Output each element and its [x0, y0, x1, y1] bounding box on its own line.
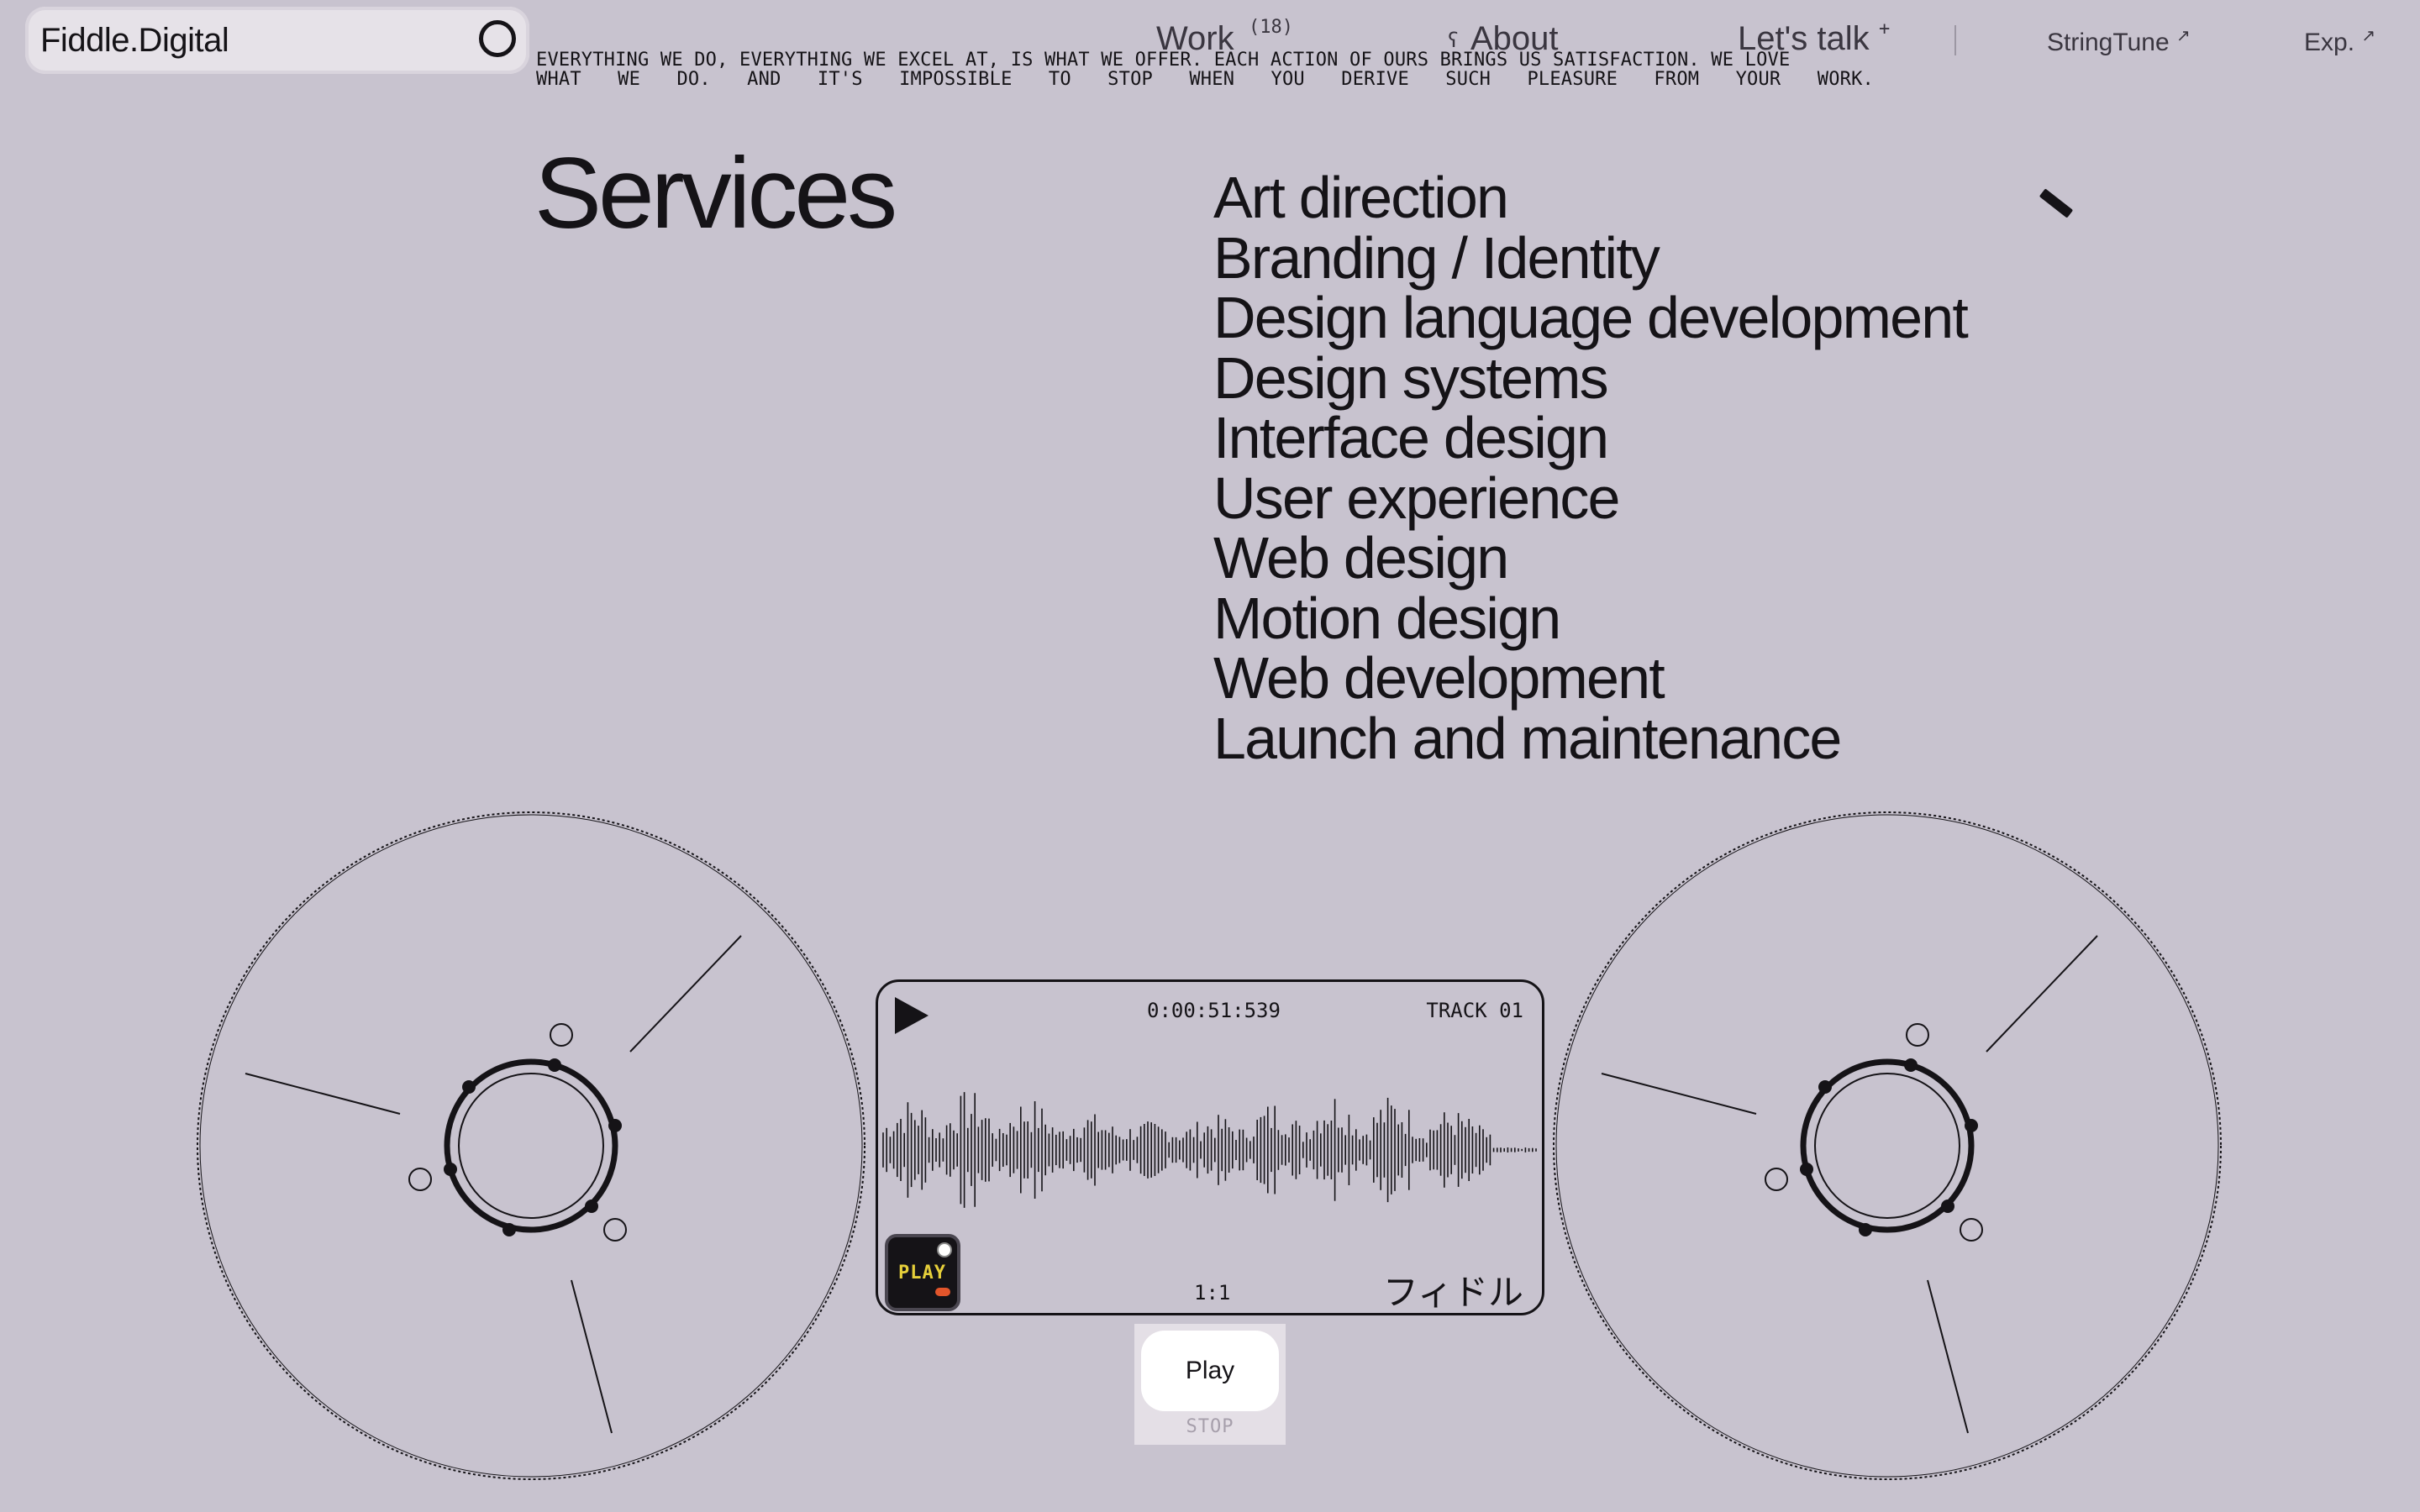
- service-item: Design language development: [1213, 285, 1969, 350]
- service-list: Art direction Branding / Identity Design…: [1213, 165, 1969, 771]
- service-item: Web design: [1213, 525, 1509, 591]
- audio-player: 0:00:51:539 TRACK 01 PLAY 1:1 フィドル: [876, 979, 1544, 1315]
- link-exp-label: Exp.: [2304, 29, 2355, 56]
- badge-light-icon: [937, 1242, 952, 1257]
- tape-reel-left[interactable]: [195, 810, 867, 1482]
- japanese-label: フィドル: [1382, 1272, 1523, 1313]
- play-icon[interactable]: [895, 997, 929, 1034]
- work-count: (18): [1249, 17, 1293, 38]
- tagline-line-1: EVERYTHING WE DO, EVERYTHING WE EXCEL AT…: [536, 50, 1791, 71]
- timecode: 0:00:51:539: [1147, 999, 1281, 1022]
- service-item: Art direction: [1213, 165, 1509, 230]
- play-badge[interactable]: PLAY: [885, 1234, 960, 1311]
- service-item: Design systems: [1213, 344, 1609, 411]
- service-item: User experience: [1213, 465, 1621, 531]
- tagline: EVERYTHING WE DO, EVERYTHING WE EXCEL AT…: [536, 50, 1874, 89]
- waveform[interactable]: [878, 1083, 1542, 1217]
- service-item: Motion design: [1213, 585, 1561, 651]
- link-stringtune-label: StringTune: [2047, 29, 2170, 56]
- about-glyph-icon: ʕ: [1447, 29, 1460, 52]
- menu-circle-icon[interactable]: [479, 20, 516, 57]
- playback-control: Play STOP: [1134, 1324, 1286, 1445]
- service-item: Launch and maintenance: [1213, 705, 1842, 771]
- pen-cursor-icon: [2039, 188, 2074, 218]
- link-exp[interactable]: Exp. ↗: [2304, 25, 2375, 57]
- stop-button[interactable]: STOP: [1134, 1416, 1286, 1437]
- badge-label: PLAY: [898, 1263, 946, 1284]
- track-label: TRACK 01: [1426, 999, 1523, 1022]
- service-item: Branding / Identity: [1213, 224, 1660, 291]
- brand-pill[interactable]: Fiddle.Digital: [25, 7, 529, 74]
- link-stringtune[interactable]: StringTune ↗: [2047, 25, 2191, 57]
- external-arrow-icon: ↗: [2175, 27, 2191, 45]
- brand-logo[interactable]: Fiddle.Digital: [40, 22, 229, 60]
- service-item: Interface design: [1213, 405, 1609, 470]
- external-arrow-icon: ↗: [2361, 27, 2376, 45]
- lets-talk-plus-icon: +: [1879, 18, 1891, 39]
- tape-reel-right[interactable]: [1551, 810, 2223, 1482]
- tagline-line-2: WHAT WE DO. AND IT'S IMPOSSIBLE TO STOP …: [536, 69, 1874, 90]
- service-item: Web development: [1213, 645, 1665, 711]
- play-button[interactable]: Play: [1141, 1331, 1279, 1411]
- page-title: Services: [534, 137, 897, 249]
- badge-indicator-icon: [935, 1288, 950, 1296]
- ratio-label: 1:1: [1194, 1281, 1231, 1305]
- nav-divider: [1954, 25, 1956, 55]
